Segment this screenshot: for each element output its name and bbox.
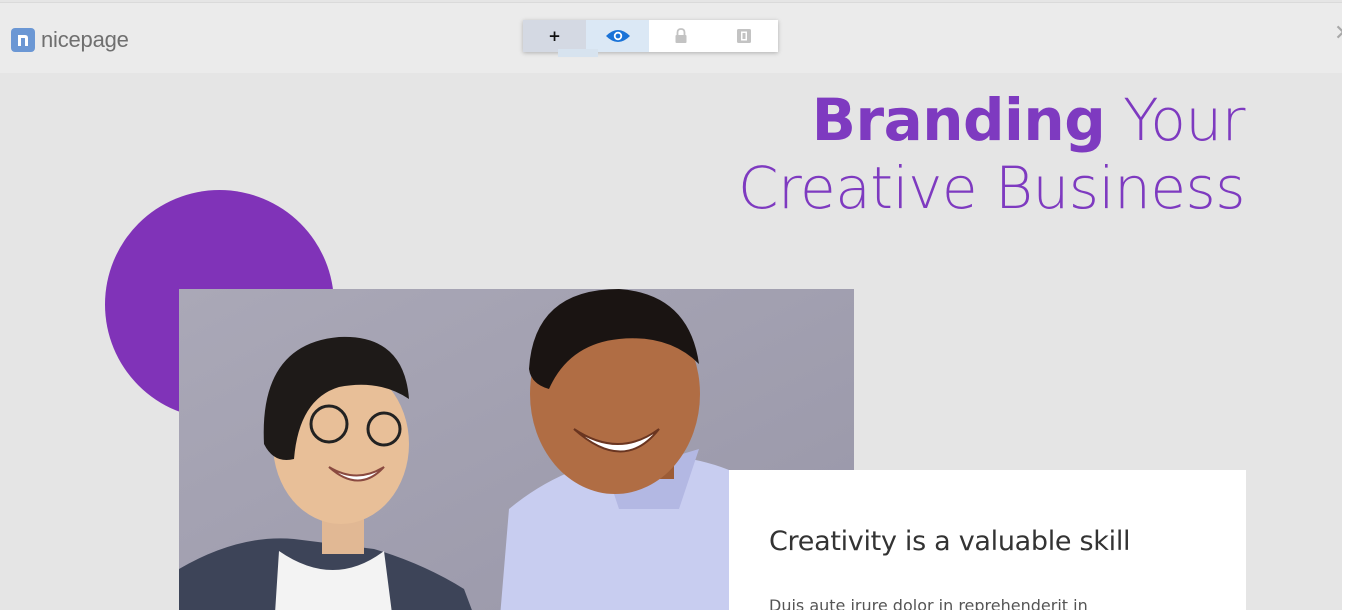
add-label: + [548, 27, 561, 45]
editor-toolbar: + [523, 20, 778, 52]
eye-icon [605, 30, 630, 42]
editor-topbar: nicepage + [0, 2, 1342, 73]
headline-line-2: Creative Business [737, 154, 1246, 222]
card-title: Creativity is a valuable skill [769, 526, 1131, 557]
lock-icon [675, 28, 686, 43]
card-body-text: Duis aute irure dolor in reprehenderit i… [769, 596, 1088, 610]
headline-line-1: Branding Your [738, 86, 1246, 154]
device-icon [736, 29, 751, 43]
toolbar-indicator [558, 49, 598, 57]
lock-button[interactable] [649, 20, 712, 52]
logo[interactable]: nicepage [11, 27, 129, 53]
info-card: Creativity is a valuable skill Duis aute… [729, 470, 1246, 610]
hero-headline: Branding Your Creative Business [737, 86, 1246, 222]
scrollbar-gutter [1342, 0, 1360, 610]
logo-text: nicepage [41, 27, 129, 52]
responsive-button[interactable] [712, 20, 775, 52]
nicepage-logo-icon [11, 28, 35, 52]
close-icon[interactable]: ✕ [1334, 23, 1342, 45]
preview-button[interactable] [586, 20, 649, 52]
headline-rest: Your [1105, 86, 1245, 154]
add-button[interactable]: + [523, 20, 586, 52]
page-canvas: nicepage + Branding Your Creative Busine… [0, 0, 1342, 610]
headline-bold: Branding [811, 86, 1106, 154]
